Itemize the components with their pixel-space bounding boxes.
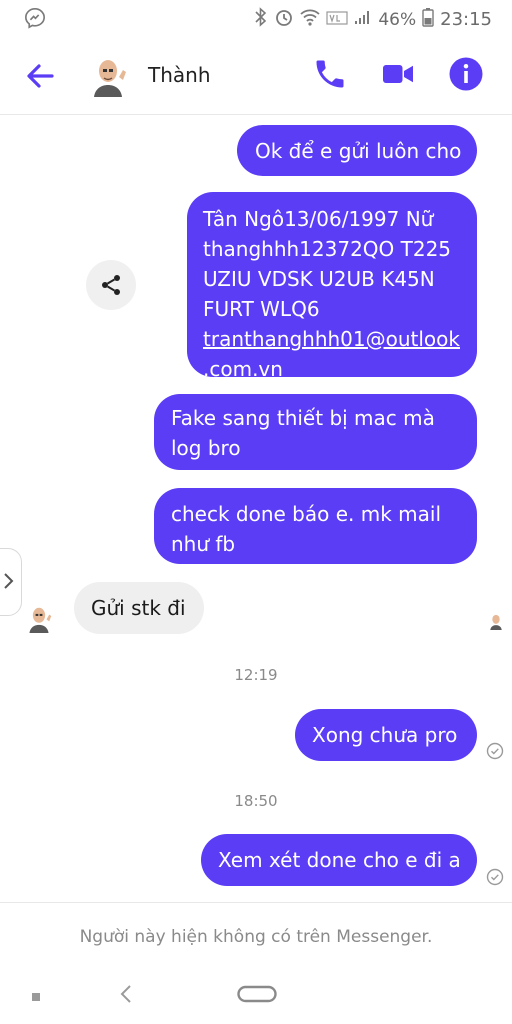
message-bubble-outgoing[interactable]: check done báo e. mk mail như fb bbox=[154, 488, 477, 564]
sent-check-icon bbox=[486, 868, 504, 886]
share-icon[interactable] bbox=[86, 260, 136, 310]
status-bar: 46% 23:15 bbox=[0, 0, 512, 36]
message-bubble-outgoing[interactable]: Xong chưa pro bbox=[295, 709, 477, 761]
recent-apps-icon[interactable] bbox=[30, 988, 42, 1007]
info-icon[interactable] bbox=[448, 56, 484, 92]
email-link-continuation[interactable]: .com.vn bbox=[203, 354, 477, 384]
status-icons: 46% 23:15 bbox=[254, 7, 492, 32]
message-bubble-outgoing[interactable]: Ok để e gửi luôn cho bbox=[237, 125, 477, 176]
messenger-notification-icon bbox=[24, 7, 46, 34]
conversation-header: Thành bbox=[0, 36, 512, 115]
home-nav-icon[interactable] bbox=[237, 984, 277, 1008]
volte-icon bbox=[326, 10, 348, 30]
contact-avatar[interactable] bbox=[86, 53, 130, 97]
sent-check-icon bbox=[486, 742, 504, 760]
battery-icon bbox=[422, 7, 434, 32]
email-link[interactable]: tranthanghhh01@outlook bbox=[203, 324, 477, 354]
system-navigation-bar bbox=[0, 972, 512, 1024]
contact-avatar-small bbox=[24, 603, 54, 633]
back-nav-icon[interactable] bbox=[116, 982, 136, 1010]
seen-avatar bbox=[487, 612, 505, 630]
back-arrow-icon[interactable] bbox=[22, 58, 58, 94]
video-call-icon[interactable] bbox=[380, 56, 416, 92]
contact-name[interactable]: Thành bbox=[148, 63, 211, 87]
signal-icon bbox=[354, 9, 372, 30]
message-bubble-outgoing[interactable]: Xem xét done cho e đi a bbox=[201, 834, 477, 886]
phone-call-icon[interactable] bbox=[312, 56, 348, 92]
wifi-icon bbox=[300, 8, 320, 31]
clock: 23:15 bbox=[440, 9, 492, 30]
battery-percent: 46% bbox=[378, 9, 417, 30]
side-panel-handle[interactable] bbox=[0, 548, 22, 616]
message-bubble-outgoing[interactable]: Fake sang thiết bị mac mà log bro bbox=[154, 394, 477, 470]
timestamp: 18:50 bbox=[234, 792, 278, 810]
alarm-icon bbox=[274, 7, 294, 32]
message-bubble-outgoing[interactable]: Tân Ngô13/06/1997 Nữ thanghhh12372QO T22… bbox=[187, 192, 477, 381]
unavailable-notice: Người này hiện không có trên Messenger. bbox=[0, 902, 512, 973]
timestamp: 12:19 bbox=[234, 666, 278, 684]
bluetooth-icon bbox=[254, 7, 268, 32]
message-bubble-incoming[interactable]: Gửi stk đi bbox=[74, 582, 204, 634]
